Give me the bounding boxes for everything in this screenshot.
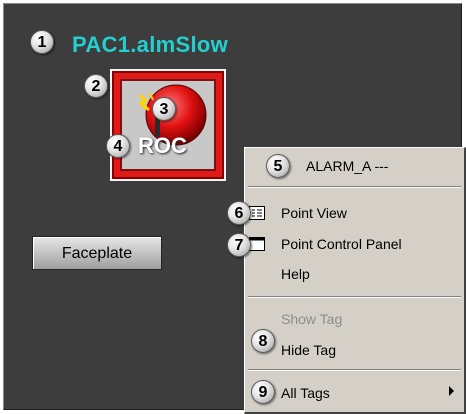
context-menu: 5 ALARM_A --- 6 Point View 7 Point Contr… bbox=[227, 147, 466, 414]
submenu-arrow-icon bbox=[449, 386, 454, 396]
tag-title: PAC1.almSlow bbox=[72, 32, 229, 57]
point-control-panel-icon bbox=[249, 237, 265, 251]
point-view-icon bbox=[249, 206, 265, 220]
callout-1: 1 bbox=[30, 30, 54, 54]
callout-2: 2 bbox=[84, 74, 108, 98]
menu-item-hide-tag[interactable]: Hide Tag bbox=[281, 342, 336, 358]
callout-7: 7 bbox=[227, 233, 251, 257]
menu-item-show-tag: Show Tag bbox=[281, 311, 343, 327]
roc-label: ROC bbox=[138, 133, 187, 158]
callout-8: 8 bbox=[251, 329, 275, 353]
callout-5: 5 bbox=[266, 154, 290, 178]
callout-4: 4 bbox=[106, 134, 130, 158]
callout-6: 6 bbox=[227, 201, 251, 225]
hmi-display-panel: 1 PAC1.almSlow ROC 2 3 4 Faceplate 5 ALA… bbox=[3, 3, 466, 414]
callout-9: 9 bbox=[251, 380, 275, 404]
faceplate-button[interactable]: Faceplate bbox=[32, 236, 162, 270]
menu-item-alarm-header: ALARM_A --- bbox=[306, 158, 389, 174]
alarm-roc-tile[interactable]: ROC bbox=[110, 69, 226, 181]
callout-3: 3 bbox=[152, 97, 176, 121]
menu-item-point-control-panel[interactable]: Point Control Panel bbox=[281, 236, 402, 252]
menu-separator bbox=[248, 186, 461, 188]
menu-separator bbox=[248, 296, 461, 298]
menu-item-point-view[interactable]: Point View bbox=[281, 205, 347, 221]
menu-item-help[interactable]: Help bbox=[281, 266, 310, 282]
menu-separator bbox=[248, 369, 461, 371]
menu-item-all-tags[interactable]: All Tags bbox=[281, 385, 330, 401]
